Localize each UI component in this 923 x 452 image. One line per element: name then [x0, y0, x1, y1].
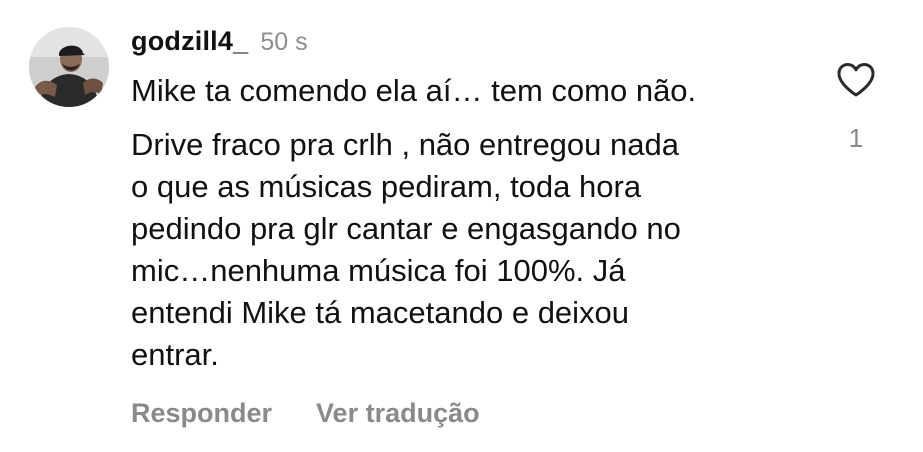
comment-text-line-1: Mike ta comendo ela aí… tem como não. — [131, 73, 697, 108]
username[interactable]: godzill4_ — [131, 26, 248, 57]
comment-meta: godzill4_ 50 s — [131, 26, 791, 62]
translate-button[interactable]: Ver tradução — [316, 398, 480, 429]
avatar[interactable] — [29, 27, 109, 107]
profile-photo — [29, 27, 109, 107]
like-count: 1 — [848, 123, 864, 153]
comment: godzill4_ 50 s Mike ta comendo ela aí… t… — [0, 0, 923, 452]
comment-actions: Responder Ver tradução — [131, 398, 791, 429]
reply-button[interactable]: Responder — [131, 398, 272, 429]
timestamp: 50 s — [260, 28, 308, 56]
like-button[interactable] — [836, 62, 876, 98]
comment-text-paragraph-2: Drive fraco pra crlh , não entregou nada… — [131, 127, 681, 372]
comment-body: godzill4_ 50 s Mike ta comendo ela aí… t… — [131, 26, 791, 429]
heart-outline-icon — [837, 63, 875, 97]
